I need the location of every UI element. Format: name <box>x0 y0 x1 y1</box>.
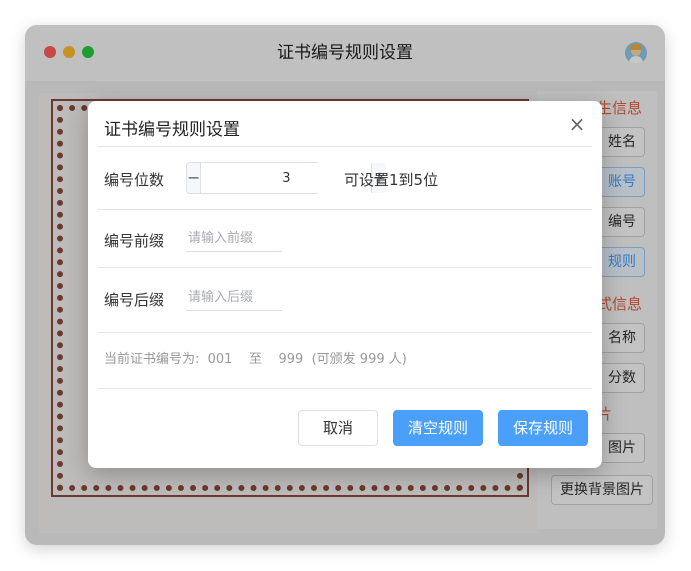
decrement-button[interactable]: − <box>187 163 202 193</box>
divider <box>98 332 592 333</box>
divider <box>98 209 592 210</box>
save-rule-button[interactable]: 保存规则 <box>498 410 588 446</box>
prefix-label: 编号前缀 <box>104 232 165 250</box>
suffix-label: 编号后缀 <box>104 291 165 309</box>
dialog-title: 证书编号规则设置 <box>104 120 240 140</box>
divider <box>98 146 592 147</box>
close-icon[interactable]: × <box>566 113 588 135</box>
prefix-input[interactable] <box>186 226 282 252</box>
cancel-button[interactable]: 取消 <box>298 410 378 446</box>
digits-stepper: − + <box>186 162 386 194</box>
divider <box>98 267 592 268</box>
digits-hint: 可设置1到5位 <box>344 171 439 189</box>
divider <box>98 388 592 389</box>
clear-rule-button[interactable]: 清空规则 <box>393 410 483 446</box>
number-range-summary: 当前证书编号为: 001 至 999 (可颁发 999 人) <box>104 352 407 367</box>
digits-label: 编号位数 <box>104 171 165 189</box>
number-rule-dialog: 证书编号规则设置 × 编号位数 − + 可设置1到5位 编号前缀 编号后缀 当前… <box>88 101 602 468</box>
app-window: 证书编号规则设置 生信息 姓名 账号 编号 规则 式信息 名称 分数 片 图片 … <box>25 25 665 545</box>
suffix-input[interactable] <box>186 285 282 311</box>
